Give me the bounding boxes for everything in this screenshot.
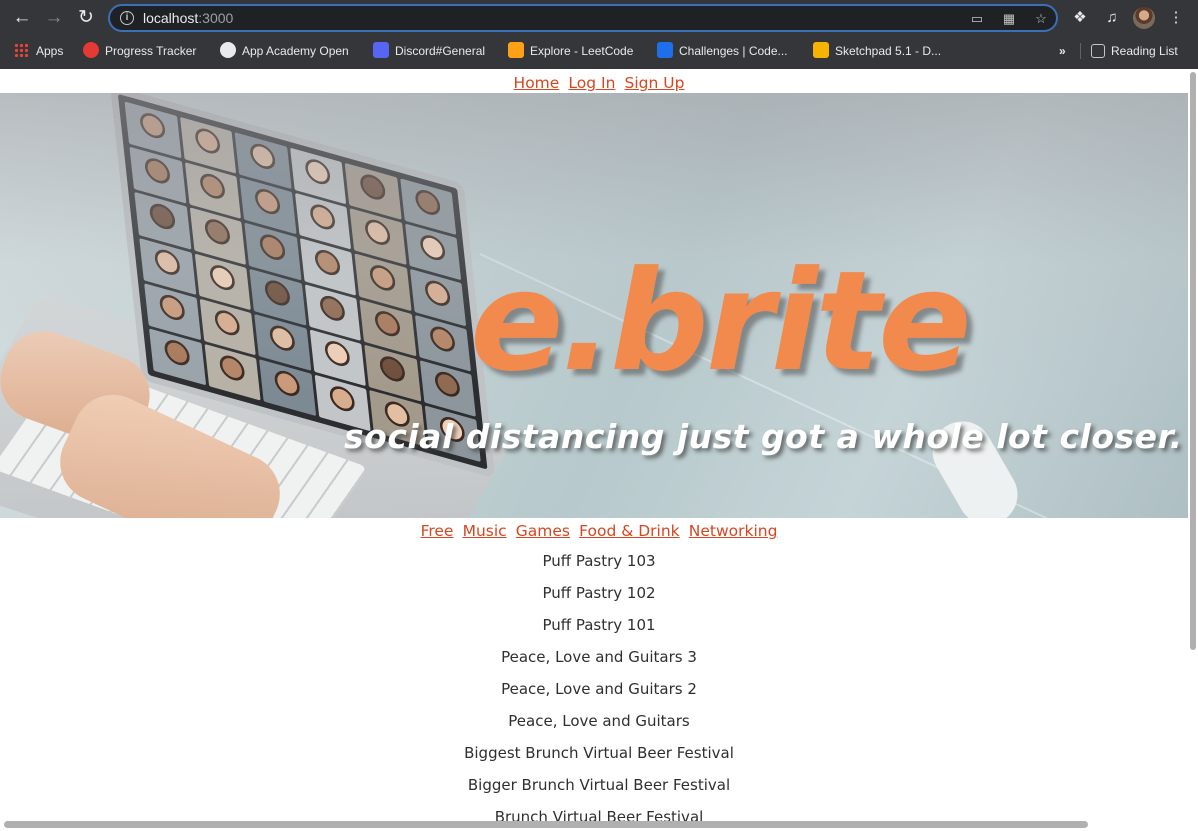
bookmark-codewars[interactable]: Challenges | Code... [657, 41, 788, 61]
progress-tracker-icon [83, 42, 99, 58]
bookmark-sketchpad[interactable]: Sketchpad 5.1 - D... [813, 41, 941, 61]
event-item[interactable]: Puff Pastry 102 [0, 583, 1198, 615]
bookmark-app-academy[interactable]: App Academy Open [220, 41, 349, 61]
event-item[interactable]: Puff Pastry 101 [0, 615, 1198, 647]
nav-login-link[interactable]: Log In [568, 74, 615, 92]
event-list: Puff Pastry 103 Puff Pastry 102 Puff Pas… [0, 551, 1198, 831]
horizontal-scrollbar[interactable] [0, 818, 1188, 831]
hero-tagline: social distancing just got a whole lot c… [344, 417, 1183, 456]
discord-icon [373, 42, 389, 58]
bookmark-star-icon[interactable]: ☆ [1032, 10, 1050, 28]
bookmark-progress-tracker[interactable]: Progress Tracker [83, 41, 196, 61]
vertical-scrollbar[interactable] [1188, 69, 1198, 831]
cast-icon[interactable]: ▭ [968, 10, 986, 28]
event-item[interactable]: Puff Pastry 103 [0, 551, 1198, 583]
bookmarks-divider [1080, 43, 1081, 59]
browser-toolbar: ← → ↻ i localhost:3000 ▭ ▦ ☆ ❖ ♫ ⋮ [0, 0, 1198, 36]
leetcode-icon [508, 42, 524, 58]
apps-grid-icon [14, 43, 28, 57]
horizontal-scroll-thumb[interactable] [4, 821, 1088, 828]
nav-signup-link[interactable]: Sign Up [625, 74, 685, 92]
codewars-icon [657, 42, 673, 58]
url-text[interactable]: localhost:3000 [143, 10, 233, 26]
media-playlist-icon[interactable]: ♫ [1100, 6, 1124, 30]
back-arrow-icon[interactable]: ← [10, 6, 34, 30]
event-item[interactable]: Bigger Brunch Virtual Beer Festival [0, 775, 1198, 807]
profile-avatar[interactable] [1133, 7, 1155, 29]
event-item[interactable]: Biggest Brunch Virtual Beer Festival [0, 743, 1198, 775]
event-item[interactable]: Peace, Love and Guitars 3 [0, 647, 1198, 679]
bookmarks-overflow-icon[interactable]: » [1059, 41, 1066, 61]
nav-home-link[interactable]: Home [514, 74, 560, 92]
category-games-link[interactable]: Games [516, 522, 570, 540]
forward-arrow-icon[interactable]: → [42, 6, 66, 30]
category-free-link[interactable]: Free [421, 522, 454, 540]
category-food-drink-link[interactable]: Food & Drink [579, 522, 680, 540]
bookmarks-bar: Apps Progress Tracker App Academy Open D… [0, 37, 1198, 65]
event-item[interactable]: Peace, Love and Guitars 2 [0, 679, 1198, 711]
event-item[interactable]: Peace, Love and Guitars [0, 711, 1198, 743]
bookmark-leetcode[interactable]: Explore - LeetCode [508, 41, 633, 61]
bookmark-discord[interactable]: Discord#General [373, 41, 485, 61]
qr-code-icon[interactable]: ▦ [1000, 10, 1018, 28]
browser-chrome: ← → ↻ i localhost:3000 ▭ ▦ ☆ ❖ ♫ ⋮ Apps … [0, 0, 1198, 69]
category-networking-link[interactable]: Networking [689, 522, 778, 540]
reading-list-icon [1091, 44, 1105, 58]
page-content: Home Log In Sign Up e.brite social dista… [0, 69, 1198, 831]
address-bar[interactable]: i localhost:3000 ▭ ▦ ☆ [108, 4, 1058, 32]
hero-banner: e.brite social distancing just got a who… [0, 93, 1188, 518]
reading-list-button[interactable]: Reading List [1091, 41, 1178, 61]
sketchpad-icon [813, 42, 829, 58]
menu-kebab-icon[interactable]: ⋮ [1164, 6, 1188, 30]
site-logo: e.brite [470, 241, 972, 402]
category-music-link[interactable]: Music [463, 522, 507, 540]
bookmark-apps[interactable]: Apps [14, 41, 63, 61]
extensions-puzzle-icon[interactable]: ❖ [1068, 6, 1092, 30]
vertical-scroll-thumb[interactable] [1190, 72, 1196, 650]
site-nav: Home Log In Sign Up [0, 73, 1198, 92]
site-info-icon[interactable]: i [120, 11, 134, 25]
reload-icon[interactable]: ↻ [74, 6, 98, 30]
category-filter: Free Music Games Food & Drink Networking [0, 521, 1198, 540]
globe-icon [220, 42, 236, 58]
